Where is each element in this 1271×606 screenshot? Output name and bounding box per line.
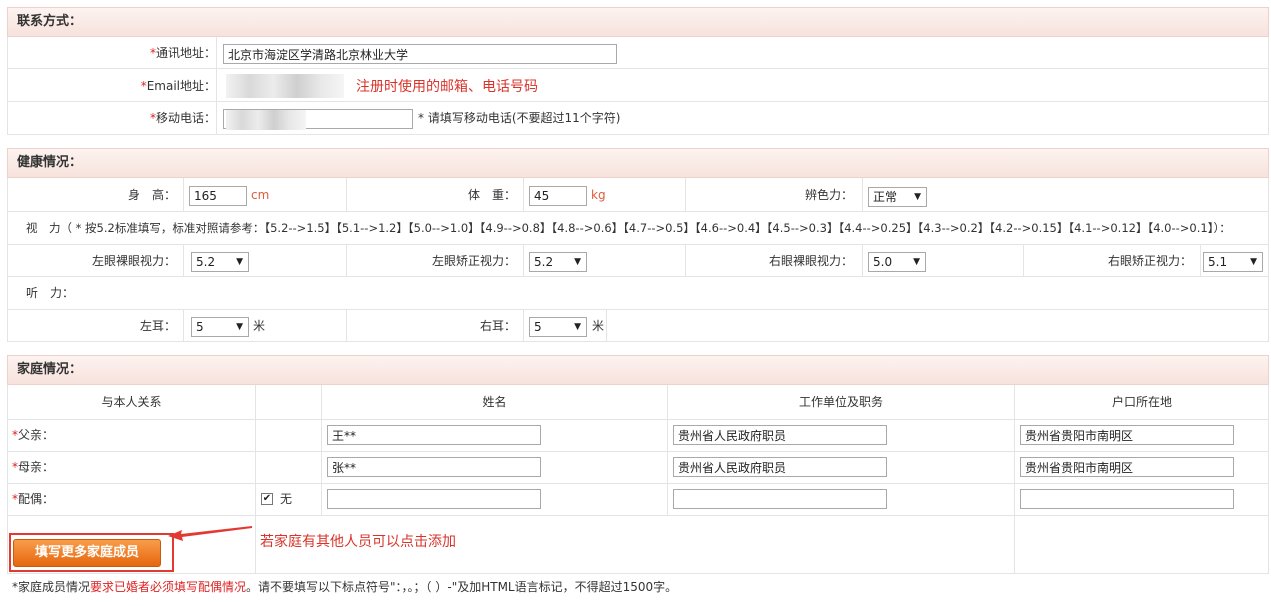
add-family-member-button[interactable]: 填写更多家庭成员 — [13, 539, 161, 567]
spouse-hukou-input[interactable] — [1020, 489, 1234, 509]
left-ear-label: 左耳： — [139, 319, 176, 333]
column-hukou: 户口所在地 — [1111, 395, 1172, 409]
table-row: *配偶： ✔ 无 — [7, 484, 1269, 516]
height-unit: cm — [251, 188, 270, 202]
row-hearing-label: 听 力： — [7, 277, 1269, 310]
left-naked-vision-label: 左眼裸眼视力： — [91, 254, 176, 268]
section-family-title: 家庭情况： — [7, 355, 1269, 385]
weight-label: 体 重： — [467, 188, 516, 202]
right-ear-label: 右耳： — [479, 319, 516, 333]
section-contact-title: 联系方式： — [7, 7, 1269, 37]
mother-name-input[interactable] — [327, 457, 541, 477]
family-footnote: *家庭成员情况要求已婚者必须填写配偶情况。请不要填写以下标点符号"：，。；（ ）… — [12, 580, 678, 594]
row-vision-note: 视 力（ * 按5.2标准填写，标准对照请参考：【5.2-->1.5】【5.1-… — [7, 212, 1269, 245]
height-input[interactable] — [189, 186, 247, 206]
email-input-redacted[interactable] — [226, 74, 344, 98]
father-name-input[interactable] — [327, 425, 541, 445]
chevron-down-icon: ▼ — [574, 322, 581, 332]
left-ear-unit: 米 — [253, 319, 266, 333]
row-vision: 左眼裸眼视力： 5.2 ▼ 左眼矫正视力： 5.2 ▼ 右眼裸眼视力： 5.0 ▼ 右… — [7, 245, 1269, 277]
weight-unit: kg — [591, 188, 606, 202]
table-row: *母亲： — [7, 452, 1269, 484]
arrow-annotation-icon — [168, 526, 252, 541]
mobile-redaction — [226, 110, 306, 130]
vision-reference-note: 视 力（ * 按5.2标准填写，标准对照请参考：【5.2-->1.5】【5.1-… — [26, 221, 1231, 235]
color-vision-select[interactable]: 正常 ▼ — [868, 187, 927, 207]
mobile-hint: * 请填写移动电话(不要超过11个字符) — [418, 111, 621, 125]
spouse-work-input[interactable] — [673, 489, 887, 509]
chevron-down-icon: ▼ — [1250, 257, 1257, 267]
right-naked-vision-select[interactable]: 5.0 ▼ — [868, 252, 926, 272]
row-height-weight: 身 高： cm 体 重： kg 辨色力： 正常▼ — [7, 178, 1269, 212]
relation-spouse: 配偶： — [18, 492, 55, 506]
family-annotation: 若家庭有其他人员可以点击添加 — [260, 534, 456, 550]
row-mobile: *移动电话： * 请填写移动电话(不要超过11个字符) — [7, 102, 1269, 135]
email-label: Email地址： — [146, 79, 216, 93]
application-form: 联系方式： *通讯地址： *Email地址： 注册时使用的邮箱、电话号码 *移动… — [0, 0, 1271, 606]
spouse-none-label: 无 — [280, 492, 293, 506]
address-label: 通讯地址： — [155, 46, 216, 60]
column-name: 姓名 — [322, 385, 668, 419]
father-hukou-input[interactable] — [1020, 425, 1234, 445]
color-vision-label: 辨色力： — [804, 188, 853, 202]
relation-mother: 母亲： — [18, 460, 55, 474]
right-ear-unit: 米 — [592, 319, 605, 333]
row-email: *Email地址： 注册时使用的邮箱、电话号码 — [7, 69, 1269, 102]
chevron-down-icon: ▼ — [236, 322, 243, 332]
spouse-name-input[interactable] — [327, 489, 541, 509]
right-corrected-vision-select[interactable]: 5.1 ▼ — [1203, 252, 1263, 272]
left-corrected-vision-label: 左眼矫正视力： — [431, 254, 516, 268]
section-health-title: 健康情况： — [7, 148, 1269, 178]
row-hearing: 左耳： 5 ▼ 米 右耳： 5 ▼ 米 — [7, 310, 1269, 342]
chevron-down-icon: ▼ — [913, 257, 920, 267]
right-naked-vision-label: 右眼裸眼视力： — [768, 254, 853, 268]
left-ear-select[interactable]: 5 ▼ — [191, 317, 249, 337]
row-address: *通讯地址： — [7, 37, 1269, 69]
mother-hukou-input[interactable] — [1020, 457, 1234, 477]
mobile-label: 移动电话： — [155, 111, 216, 125]
relation-father: 父亲： — [18, 428, 55, 442]
right-ear-select[interactable]: 5 ▼ — [529, 317, 587, 337]
mother-work-input[interactable] — [673, 457, 887, 477]
height-label: 身 高： — [127, 188, 176, 202]
spouse-none-checkbox[interactable]: ✔ — [261, 493, 273, 505]
left-naked-vision-select[interactable]: 5.2 ▼ — [191, 252, 249, 272]
chevron-down-icon: ▼ — [574, 257, 581, 267]
chevron-down-icon: ▼ — [236, 257, 243, 267]
column-work: 工作单位及职务 — [668, 385, 1015, 419]
weight-input[interactable] — [529, 186, 587, 206]
right-corrected-vision-label: 右眼矫正视力： — [1107, 254, 1192, 268]
table-row: *父亲： — [7, 420, 1269, 452]
chevron-down-icon: ▼ — [914, 192, 921, 202]
address-input[interactable] — [223, 44, 617, 64]
father-work-input[interactable] — [673, 425, 887, 445]
hearing-label: 听 力： — [26, 286, 75, 300]
family-table-header: 与本人关系 姓名 工作单位及职务 户口所在地 — [7, 385, 1269, 420]
column-relation: 与本人关系 — [8, 385, 256, 419]
contact-annotation: 注册时使用的邮箱、电话号码 — [356, 79, 538, 95]
left-corrected-vision-select[interactable]: 5.2 ▼ — [529, 252, 587, 272]
